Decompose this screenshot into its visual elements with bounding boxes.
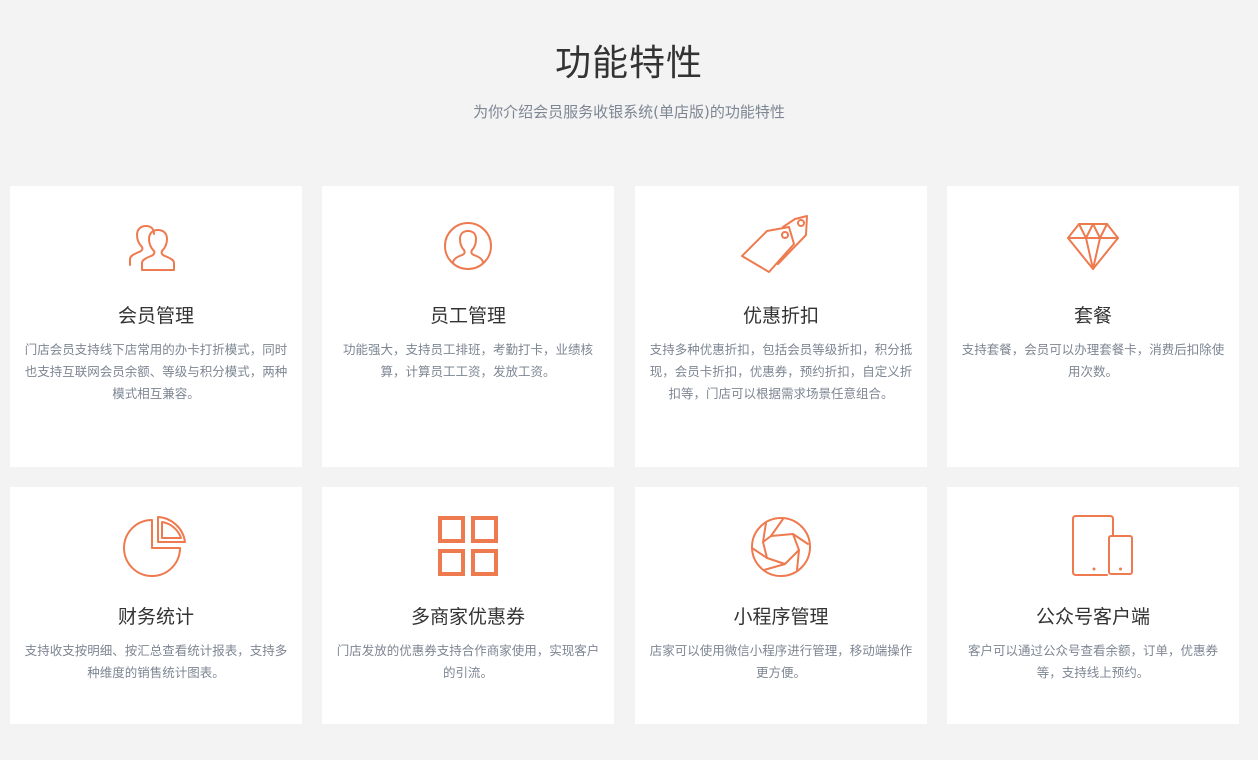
feature-card-official-account: 公众号客户端 客户可以通过公众号查看余额，订单，优惠券等，支持线上预约。: [947, 487, 1239, 724]
feature-card-miniprogram: 小程序管理 店家可以使用微信小程序进行管理，移动端操作更方便。: [635, 487, 927, 724]
feature-card-discounts: 优惠折扣 支持多种优惠折扣，包括会员等级折扣，积分抵现，会员卡折扣，优惠券，预约…: [635, 186, 927, 467]
feature-description: 支持收支按明细、按汇总查看统计报表，支持多种维度的销售统计图表。: [24, 643, 288, 680]
feature-description: 门店会员支持线下店常用的办卡打折模式，同时也支持互联网会员余额、等级与积分模式，…: [24, 342, 288, 401]
feature-card-members: 会员管理 门店会员支持线下店常用的办卡打折模式，同时也支持互联网会员余额、等级与…: [10, 186, 302, 467]
members-icon: [96, 211, 216, 281]
employee-icon: [408, 211, 528, 281]
feature-title: 优惠折扣: [742, 305, 819, 327]
feature-description: 功能强大，支持员工排班，考勤打卡，业绩核算，计算员工工资，发放工资。: [342, 342, 593, 379]
feature-title: 公众号客户端: [1035, 606, 1150, 628]
feature-description: 支持多种优惠折扣，包括会员等级折扣，积分抵现，会员卡折扣，优惠券，预约折扣，自定…: [649, 342, 913, 401]
feature-title: 会员管理: [117, 305, 194, 327]
feature-card-coupons: 多商家优惠券 门店发放的优惠券支持合作商家使用，实现客户的引流。: [322, 487, 614, 724]
feature-title: 套餐: [1073, 305, 1112, 327]
feature-title: 财务统计: [117, 606, 194, 628]
page-title: 功能特性: [554, 43, 703, 84]
feature-description: 支持套餐，会员可以办理套餐卡，消费后扣除使用次数。: [961, 342, 1225, 379]
feature-description: 门店发放的优惠券支持合作商家使用，实现客户的引流。: [336, 643, 600, 680]
feature-title: 小程序管理: [733, 606, 829, 628]
aperture-icon: [721, 512, 841, 582]
feature-description: 店家可以使用微信小程序进行管理，移动端操作更方便。: [649, 643, 913, 680]
feature-description: 客户可以通过公众号查看余额，订单，优惠券等，支持线上预约。: [967, 643, 1218, 680]
price-tags-icon: [721, 211, 841, 281]
feature-title: 员工管理: [429, 305, 506, 327]
feature-title: 多商家优惠券: [410, 606, 525, 628]
feature-card-employees: 员工管理 功能强大，支持员工排班，考勤打卡，业绩核算，计算员工工资，发放工资。: [322, 186, 614, 467]
feature-card-finance: 财务统计 支持收支按明细、按汇总查看统计报表，支持多种维度的销售统计图表。: [10, 487, 302, 724]
page-subtitle: 为你介绍会员服务收银系统(单店版)的功能特性: [473, 103, 785, 121]
grid-icon: [408, 512, 528, 582]
devices-icon: [1033, 512, 1153, 582]
diamond-icon: [1033, 211, 1153, 281]
feature-card-package: 套餐 支持套餐，会员可以办理套餐卡，消费后扣除使用次数。: [947, 186, 1239, 467]
pie-chart-icon: [96, 512, 216, 582]
